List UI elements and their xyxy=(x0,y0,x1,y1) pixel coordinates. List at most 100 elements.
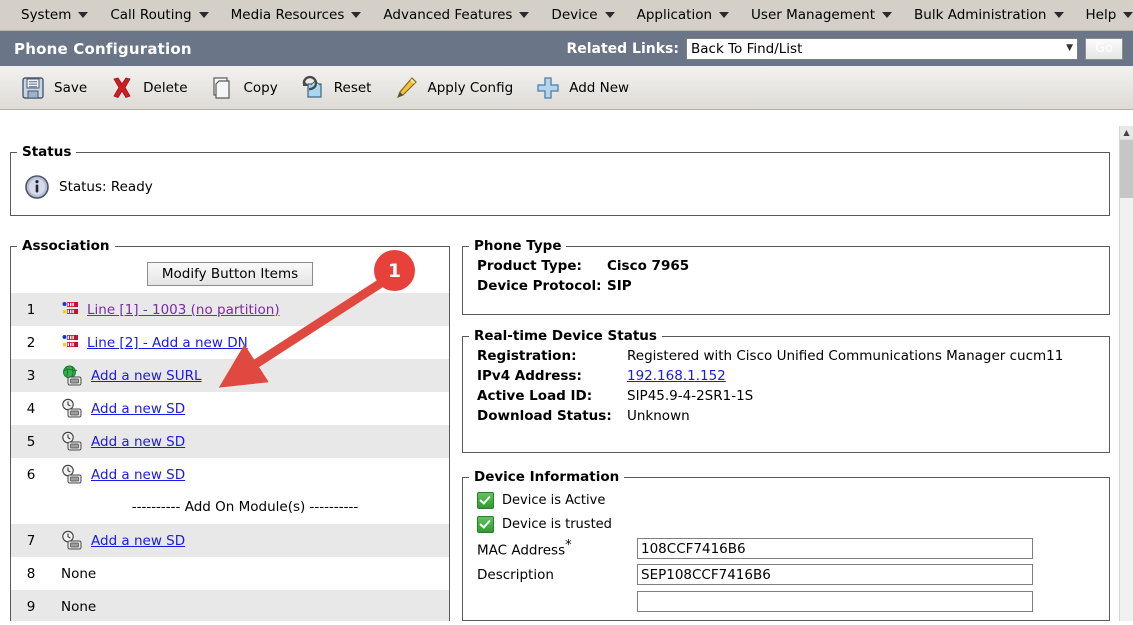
save-button[interactable]: Save xyxy=(10,67,97,109)
next-field-input[interactable] xyxy=(637,591,1033,612)
menu-item-label: Device xyxy=(551,7,597,23)
mac-address-input[interactable] xyxy=(637,538,1033,559)
chevron-down-icon xyxy=(351,12,361,18)
page-header-bar: Phone Configuration Related Links: Back … xyxy=(0,31,1133,66)
active-load-value: SIP45.9-4-2SR1-1S xyxy=(627,388,753,404)
go-button[interactable]: Go xyxy=(1085,38,1123,60)
device-protocol-row: Device Protocol: SIP xyxy=(463,274,1109,294)
product-type-label: Product Type: xyxy=(477,258,607,274)
content-area: Status Status: Ready Association Modi xyxy=(0,126,1120,621)
apply-config-button[interactable]: Apply Config xyxy=(383,67,523,109)
chevron-down-icon xyxy=(199,12,209,18)
row-body: Line [1] - 1003 (no partition) xyxy=(51,300,280,320)
line-link[interactable]: Line [1] - 1003 (no partition) xyxy=(87,302,280,318)
row-body: Add a new SURL xyxy=(51,365,202,387)
surl-link[interactable]: Add a new SURL xyxy=(91,368,202,384)
table-row[interactable]: 2 xyxy=(11,326,449,359)
table-row[interactable]: 1 xyxy=(11,293,449,326)
checkbox-checked-icon[interactable] xyxy=(477,516,494,533)
info-icon xyxy=(24,174,50,200)
speeddial-link[interactable]: Add a new SD xyxy=(91,434,185,450)
device-is-trusted-row[interactable]: Device is trusted xyxy=(463,509,1109,533)
table-row: 8 None xyxy=(11,557,449,590)
association-panel: Association Modify Button Items 1 xyxy=(10,238,450,621)
menu-item-advanced-features[interactable]: Advanced Features xyxy=(372,0,540,31)
menu-item-system[interactable]: System xyxy=(10,0,99,31)
menu-item-help[interactable]: Help xyxy=(1075,0,1133,31)
row-number: 7 xyxy=(11,533,51,549)
table-row[interactable]: 6 Add a new SD xyxy=(11,458,449,491)
status-text: Status: Ready xyxy=(59,179,153,195)
speeddial-icon xyxy=(61,530,85,552)
download-status-value: Unknown xyxy=(627,408,690,424)
menu-item-device[interactable]: Device xyxy=(540,0,625,31)
scroll-up-button[interactable]: ▲ xyxy=(1120,126,1133,140)
ipv4-label: IPv4 Address: xyxy=(477,368,627,384)
required-asterisk xyxy=(477,591,481,606)
copy-button[interactable]: Copy xyxy=(200,67,288,109)
chevron-down-icon xyxy=(1054,12,1064,18)
phone-type-legend: Phone Type xyxy=(469,238,566,254)
modify-button-items-wrapper: Modify Button Items xyxy=(11,254,449,293)
table-row[interactable]: 7 Add a new SD xyxy=(11,524,449,557)
row-value-none: None xyxy=(51,599,96,615)
action-toolbar: Save Delete Copy xyxy=(0,66,1133,110)
speeddial-link[interactable]: Add a new SD xyxy=(91,467,185,483)
row-number: 8 xyxy=(11,566,51,582)
row-number: 5 xyxy=(11,434,51,450)
line-icon xyxy=(61,333,81,353)
device-information-legend: Device Information xyxy=(469,469,624,485)
description-input[interactable] xyxy=(637,564,1033,585)
menu-item-media-resources[interactable]: Media Resources xyxy=(220,0,373,31)
speeddial-link[interactable]: Add a new SD xyxy=(91,533,185,549)
line-link[interactable]: Line [2] - Add a new DN xyxy=(87,335,248,351)
add-new-button-label: Add New xyxy=(569,80,629,96)
delete-button[interactable]: Delete xyxy=(99,67,197,109)
checkbox-checked-icon[interactable] xyxy=(477,492,494,509)
menu-item-label: Bulk Administration xyxy=(914,7,1046,23)
related-links-value: Back To Find/List xyxy=(691,41,802,57)
row-body: Add a new SD xyxy=(51,530,185,552)
menu-item-call-routing[interactable]: Call Routing xyxy=(99,0,219,31)
related-links-label: Related Links: xyxy=(566,41,679,57)
reset-icon xyxy=(300,75,326,101)
device-is-active-row[interactable]: Device is Active xyxy=(463,485,1109,509)
chevron-down-icon xyxy=(719,12,729,18)
status-row: Status: Ready xyxy=(11,160,1109,200)
menu-item-application[interactable]: Application xyxy=(626,0,740,31)
ipv4-link[interactable]: 192.168.1.152 xyxy=(627,368,726,384)
phone-type-panel: Phone Type Product Type: Cisco 7965 Devi… xyxy=(462,238,1110,315)
reset-button[interactable]: Reset xyxy=(290,67,382,109)
active-load-row: Active Load ID: SIP45.9-4-2SR1-1S xyxy=(463,384,1109,404)
chevron-down-icon xyxy=(519,12,529,18)
go-button-label: Go xyxy=(1095,41,1113,56)
row-number: 1 xyxy=(11,302,51,318)
menu-item-label: Call Routing xyxy=(110,7,191,23)
add-new-button[interactable]: Add New xyxy=(525,67,639,109)
menu-item-bulk-administration[interactable]: Bulk Administration xyxy=(903,0,1074,31)
menu-item-label: User Management xyxy=(751,7,875,23)
menu-item-user-management[interactable]: User Management xyxy=(740,0,903,31)
row-body: Add a new SD xyxy=(51,431,185,453)
speeddial-link[interactable]: Add a new SD xyxy=(91,401,185,417)
related-links-select[interactable]: Back To Find/List ▼ xyxy=(686,38,1078,60)
addon-module-separator: ---------- Add On Module(s) ---------- xyxy=(11,491,449,524)
table-row[interactable]: 5 Add a new SD xyxy=(11,425,449,458)
device-protocol-label: Device Protocol: xyxy=(477,278,607,294)
ipv4-row: IPv4 Address: 192.168.1.152 xyxy=(463,364,1109,384)
chevron-down-icon: ▼ xyxy=(1066,44,1073,53)
vertical-scrollbar[interactable]: ▲ xyxy=(1119,126,1133,621)
mac-address-label: MAC Address* xyxy=(477,538,637,559)
modify-button-items-label: Modify Button Items xyxy=(162,266,298,282)
table-row[interactable]: 4 Add a new SD xyxy=(11,392,449,425)
table-row[interactable]: 3 Add a new SURL xyxy=(11,359,449,392)
chevron-down-icon xyxy=(605,12,615,18)
active-load-label: Active Load ID: xyxy=(477,388,627,404)
device-is-active-label: Device is Active xyxy=(502,493,605,508)
scrollbar-thumb[interactable] xyxy=(1120,140,1133,198)
row-body: Add a new SD xyxy=(51,398,185,420)
modify-button-items-button[interactable]: Modify Button Items xyxy=(147,262,313,286)
row-number: 4 xyxy=(11,401,51,417)
globe-phone-icon xyxy=(61,365,85,387)
speeddial-icon xyxy=(61,464,85,486)
